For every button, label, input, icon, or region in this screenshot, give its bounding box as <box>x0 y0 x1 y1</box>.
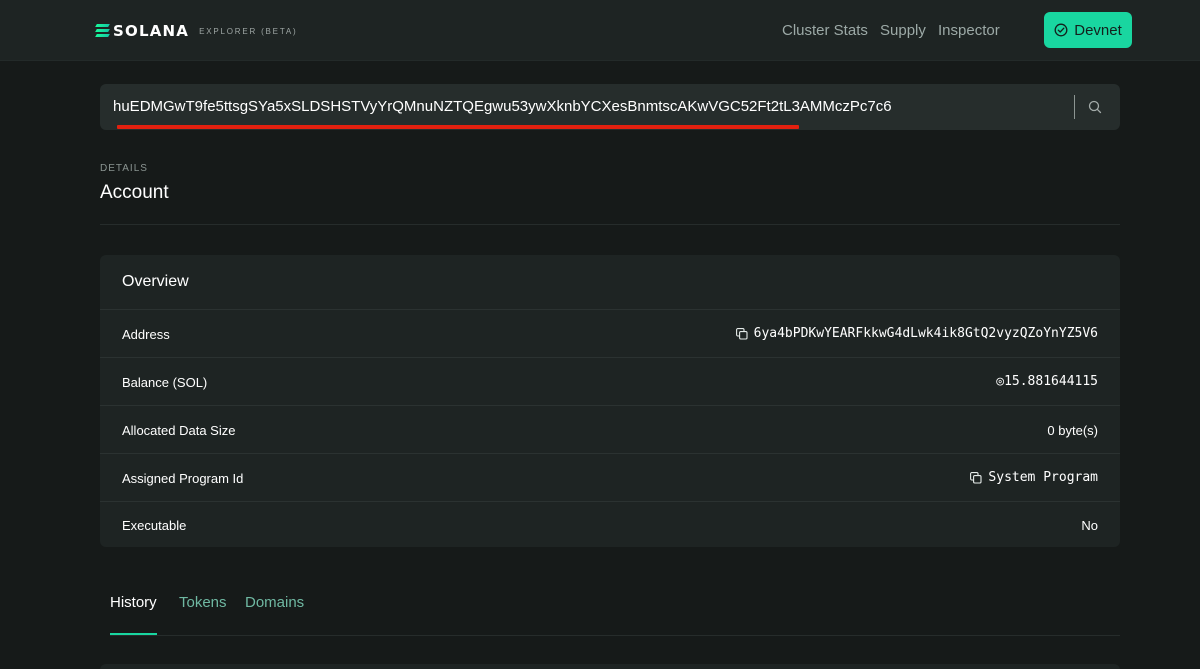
address-text[interactable]: 6ya4bPDKwYEARFkkwG4dLwk4ik8GtQ2vyzQZoYnY… <box>754 326 1098 341</box>
history-card <box>100 664 1120 669</box>
nav-inspector[interactable]: Inspector <box>938 22 1000 39</box>
copy-icon[interactable] <box>970 471 982 484</box>
details-pretitle: DETAILS <box>100 163 148 174</box>
data-size-label: Allocated Data Size <box>122 423 236 438</box>
overview-card: Overview Address 6ya4bPDKwYEARFkkwG4dLwk… <box>100 255 1120 547</box>
balance-value: ◎15.881644115 <box>996 374 1098 389</box>
solana-logo-icon <box>95 24 110 38</box>
data-size-value: 0 byte(s) <box>1047 423 1098 438</box>
address-value: 6ya4bPDKwYEARFkkwG4dLwk4ik8GtQ2vyzQZoYnY… <box>735 326 1098 341</box>
program-id-label: Assigned Program Id <box>122 471 244 486</box>
table-row-balance: Balance (SOL) ◎15.881644115 <box>100 357 1120 405</box>
tab-tokens[interactable]: Tokens <box>179 594 227 611</box>
program-id-link[interactable]: System Program <box>988 470 1098 485</box>
divider <box>100 224 1120 225</box>
search-input[interactable] <box>113 84 1063 130</box>
table-row-data-size: Allocated Data Size 0 byte(s) <box>100 405 1120 453</box>
nav-cluster-stats[interactable]: Cluster Stats <box>782 22 868 39</box>
table-row-address: Address 6ya4bPDKwYEARFkkwG4dLwk4ik8GtQ2v… <box>100 309 1120 357</box>
balance-label: Balance (SOL) <box>122 375 208 390</box>
search-divider <box>1074 95 1075 119</box>
check-circle-icon <box>1054 23 1068 37</box>
overview-title: Overview <box>122 273 189 290</box>
executable-value: No <box>1081 518 1098 533</box>
nav-supply[interactable]: Supply <box>880 22 926 39</box>
address-label: Address <box>122 327 170 342</box>
solana-logo[interactable]: SOLANA EXPLORER (BETA) <box>95 22 298 40</box>
table-row-program-id: Assigned Program Id System Program <box>100 453 1120 501</box>
tab-active-indicator <box>110 633 157 635</box>
logo-wordmark: SOLANA <box>113 22 190 40</box>
cluster-select-button[interactable]: Devnet <box>1044 12 1132 48</box>
copy-icon[interactable] <box>735 327 748 340</box>
top-navbar: SOLANA EXPLORER (BETA) Cluster Stats Sup… <box>0 0 1200 61</box>
search-icon[interactable] <box>1088 100 1102 114</box>
search-highlight-underline <box>117 125 799 129</box>
search-bar <box>100 84 1120 130</box>
tab-domains[interactable]: Domains <box>245 594 304 611</box>
program-id-value: System Program <box>970 470 1098 485</box>
executable-label: Executable <box>122 518 187 533</box>
logo-subtitle: EXPLORER (BETA) <box>199 26 298 36</box>
tabs-divider <box>110 635 1120 636</box>
table-row-executable: Executable No <box>100 501 1120 547</box>
tab-history[interactable]: History <box>110 594 157 611</box>
cluster-button-label: Devnet <box>1074 21 1122 39</box>
page-title: Account <box>100 182 169 203</box>
